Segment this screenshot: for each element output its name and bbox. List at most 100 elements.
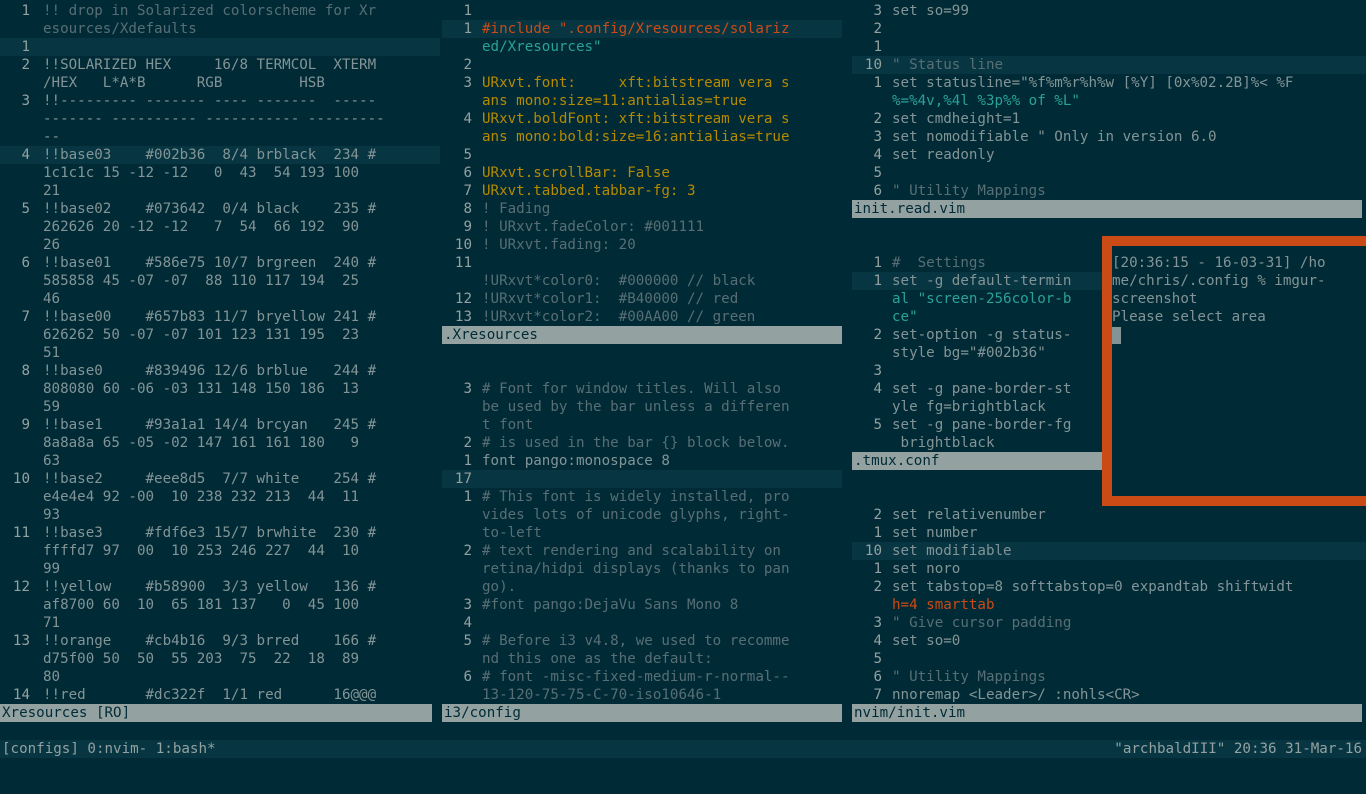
- line-text: nnoremap <Leader>/ :nohls<CR>: [892, 687, 1140, 703]
- line-number: 1: [873, 39, 882, 55]
- line-text: vides lots of unicode glyphs, right-: [482, 507, 790, 523]
- line-number: 1: [463, 21, 472, 37]
- line-number: 7: [463, 183, 472, 199]
- code-line: 5 set -g pane-border-fg: [852, 416, 1102, 434]
- line-text: 585858 45 -07 -07 88 110 117 194 25: [43, 273, 360, 289]
- line-text: ! URxvt.fadeColor: #001111: [482, 219, 705, 235]
- line-number: 2: [463, 57, 472, 73]
- line-text: ans mono:bold:size=16:antialias=true: [482, 129, 790, 145]
- code-line: al "screen-256color-b: [852, 290, 1102, 308]
- line-number: 13: [454, 309, 472, 325]
- code-line: !URxvt*color0: #000000 // black: [442, 272, 842, 290]
- pane-dot-xresources[interactable]: 1 1 #include ".config/Xresources/solariz ed…: [442, 2, 842, 326]
- code-line: 4 !!base03 #002b36 8/4 brblack 234 #: [0, 146, 440, 164]
- line-text: !!SOLARIZED HEX 16/8 TERMCOL XTERM: [43, 57, 377, 73]
- code-line: yle fg=brightblack: [852, 398, 1102, 416]
- line-text: d75f00 50 50 55 203 75 22 18 89: [43, 651, 360, 667]
- line-text: # Settings: [892, 255, 986, 271]
- code-line: 6 !!base01 #586e75 10/7 brgreen 240 #: [0, 254, 440, 272]
- line-text: be used by the bar unless a differen: [482, 399, 790, 415]
- line-number: 4: [463, 615, 472, 631]
- line-number: 8: [21, 363, 30, 379]
- code-line: 2 set relativenumber: [852, 506, 1366, 524]
- pane-init-read-vim[interactable]: 3 set so=99 2 1 10 " Status line 1 set statusli…: [852, 2, 1366, 200]
- pane-xresources[interactable]: 1 !! drop in Solarized colorscheme for Xr…: [0, 2, 440, 704]
- line-text: set number: [892, 525, 978, 541]
- line-number: 3: [873, 3, 882, 19]
- line-number: 2: [873, 21, 882, 37]
- line-text: !!--------- ------- ---- ------- -----: [43, 93, 377, 109]
- line-number: 1: [463, 3, 472, 19]
- code-line: 8a8a8a 65 -05 -02 147 161 161 180 9: [0, 434, 440, 452]
- line-text: ce": [892, 309, 918, 325]
- line-text: retina/hidpi displays (thanks to pan: [482, 561, 790, 577]
- line-text: 626262 50 -07 -07 101 123 131 195 23: [43, 327, 360, 343]
- line-number: 1: [873, 561, 882, 577]
- code-line: t font: [442, 416, 842, 434]
- code-line: 11 !!base3 #fdf6e3 15/7 brwhite 230 #: [0, 524, 440, 542]
- terminal-cursor: [1112, 327, 1121, 344]
- code-line: 3 set so=99: [852, 2, 1366, 20]
- code-line: --: [0, 128, 440, 146]
- line-text: !!red #dc322f 1/1 red 16@@@: [43, 687, 377, 703]
- code-line: style bg="#002b36": [852, 344, 1102, 362]
- tmux-window-list[interactable]: [configs] 0:nvim- 1:bash*: [2, 740, 216, 758]
- line-number: 3: [463, 75, 472, 91]
- line-number: 2: [873, 579, 882, 595]
- popup-line-4: Please select area: [1112, 309, 1266, 325]
- screenshot-selection-frame[interactable]: [20:36:15 - 16-03-31] /ho me/chris/.conf…: [1102, 236, 1366, 506]
- line-text: # This font is widely installed, pro: [482, 489, 790, 505]
- code-line: 7 URxvt.tabbed.tabbar-fg: 3: [442, 182, 842, 200]
- line-text: font pango:monospace 8: [482, 453, 670, 469]
- code-line: 21: [0, 182, 440, 200]
- line-number: 1: [873, 525, 882, 541]
- line-number: 3: [463, 381, 472, 397]
- code-line: e4e4e4 92 -00 10 238 232 213 44 11: [0, 488, 440, 506]
- line-text: !URxvt*color0: #000000 // black: [482, 273, 756, 289]
- line-text: URxvt.scrollBar: False: [482, 165, 670, 181]
- line-text: nd this one as the default:: [482, 651, 713, 667]
- line-number: 10: [864, 543, 882, 559]
- code-line: 2 # is used in the bar {} block below.: [442, 434, 842, 452]
- code-line: /HEX L*A*B RGB HSB: [0, 74, 440, 92]
- line-number: 3: [463, 597, 472, 613]
- line-text: ! URxvt.fading: 20: [482, 237, 636, 253]
- line-text: #font pango:DejaVu Sans Mono 8: [482, 597, 739, 613]
- pane-i3-config[interactable]: 3 # Font for window titles. Will also be u…: [442, 380, 842, 704]
- line-number: 10: [864, 57, 882, 73]
- code-line: 3 # Font for window titles. Will also: [442, 380, 842, 398]
- code-line: 9 !!base1 #93a1a1 14/4 brcyan 245 #: [0, 416, 440, 434]
- code-line: 3 " Give cursor padding: [852, 614, 1366, 632]
- line-number: 17: [454, 471, 472, 487]
- code-line: 2: [852, 20, 1366, 38]
- line-number: 4: [873, 633, 882, 649]
- code-line: 5 !!base02 #073642 0/4 black 235 #: [0, 200, 440, 218]
- line-text: ed/Xresources": [482, 39, 602, 55]
- code-line: 1: [852, 38, 1366, 56]
- code-line: 10 ! URxvt.fading: 20: [442, 236, 842, 254]
- pane-tmux-conf[interactable]: 1 # Settings 1 set -g default-termin al "scr…: [852, 254, 1102, 452]
- line-text: 46: [43, 291, 61, 307]
- code-line: 4 set so=0: [852, 632, 1366, 650]
- line-number: 4: [463, 111, 472, 127]
- line-text: # text rendering and scalability on: [482, 543, 781, 559]
- line-text: set -g default-termin: [892, 273, 1072, 289]
- pane-nvim-init-vim[interactable]: 2 set relativenumber 1 set number 10 set modi…: [852, 506, 1366, 704]
- line-number: 8: [463, 201, 472, 217]
- status-line-nvim-init-vim: nvim/init.vim: [852, 704, 1362, 722]
- line-text: al "screen-256color-b: [892, 291, 1072, 307]
- line-text: set -g pane-border-st: [892, 381, 1072, 397]
- code-line: 93: [0, 506, 440, 524]
- line-text: 8a8a8a 65 -05 -02 147 161 161 180 9: [43, 435, 360, 451]
- line-text: set -g pane-border-fg: [892, 417, 1072, 433]
- line-text: set modifiable: [892, 543, 1012, 559]
- code-line: 11: [442, 254, 842, 272]
- line-text: esources/Xdefaults: [43, 21, 197, 37]
- code-line: 2 # text rendering and scalability on: [442, 542, 842, 560]
- code-line: 6 " Utility Mappings: [852, 668, 1366, 686]
- line-text: 93: [43, 507, 61, 523]
- line-number: 6: [21, 255, 30, 271]
- line-number: 6: [873, 183, 882, 199]
- line-text: --: [43, 129, 61, 145]
- code-line: 1 #include ".config/Xresources/solariz: [442, 20, 842, 38]
